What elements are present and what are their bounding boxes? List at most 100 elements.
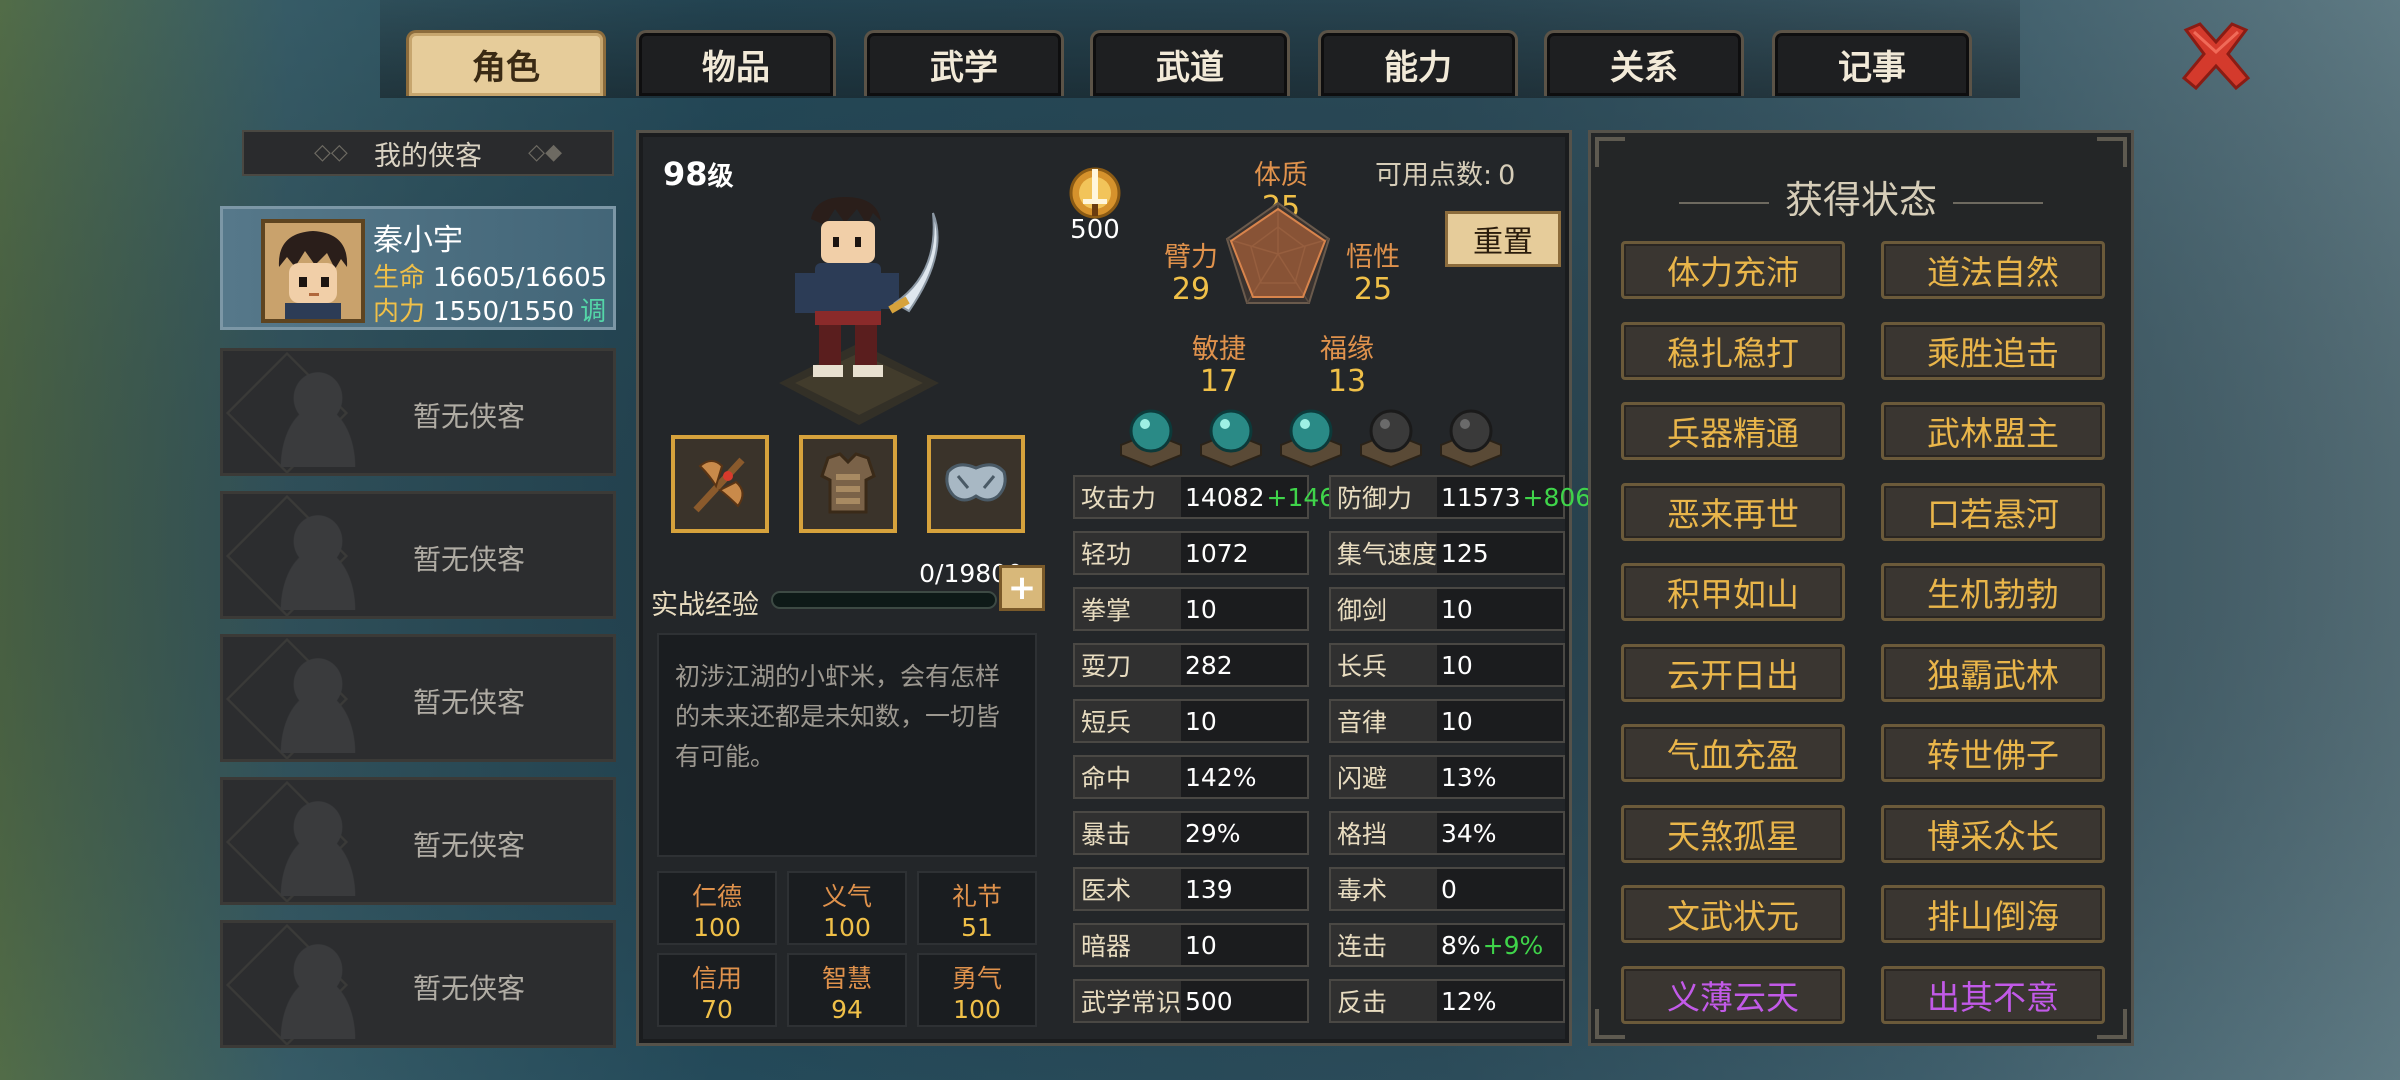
close-button[interactable] <box>2176 16 2256 96</box>
tab-4[interactable]: 能力 <box>1318 30 1518 96</box>
empty-silhouette-icon <box>253 933 383 1039</box>
virtue-value: 100 <box>823 913 871 942</box>
roster-empty-slot[interactable]: 暂无侠客 <box>220 777 616 905</box>
stat-value-wrap: 11573 +806 <box>1441 477 1591 517</box>
stat-row: 拳掌 10 <box>1073 587 1309 631</box>
stat-row: 轻功 1072 <box>1073 531 1309 575</box>
stat-bonus: +9% <box>1482 930 1544 960</box>
tab-3[interactable]: 武道 <box>1090 30 1290 96</box>
virtue-value: 70 <box>701 995 733 1024</box>
status-tag[interactable]: 体力充沛 <box>1621 241 1845 299</box>
stat-label: 格挡 <box>1331 813 1437 853</box>
stat-grid: 攻击力 14082 +1464 防御力 11573 +806 轻功 1072 集气速度 125 拳掌… <box>1073 475 1591 1035</box>
tab-0[interactable]: 角色 <box>406 30 606 96</box>
status-tag[interactable]: 积甲如山 <box>1621 563 1845 621</box>
roster-title: 我的侠客 <box>374 140 482 172</box>
equip-slot-accessory[interactable] <box>927 435 1025 533</box>
stat-label: 命中 <box>1075 757 1181 797</box>
stat-value-wrap: 1072 <box>1185 533 1249 573</box>
stat-label: 闪避 <box>1331 757 1437 797</box>
hero-name: 秦小宇 <box>373 223 463 258</box>
stat-value: 139 <box>1185 874 1233 904</box>
empty-slot-label: 暂无侠客 <box>413 543 526 576</box>
tab-6[interactable]: 记事 <box>1772 30 1972 96</box>
virtue-cell: 礼节 51 <box>917 871 1037 945</box>
stat-label: 反击 <box>1331 981 1437 1021</box>
status-tag[interactable]: 口若悬河 <box>1881 482 2105 541</box>
status-tag[interactable]: 转世佛子 <box>1881 724 2105 782</box>
exp-label: 实战经验 <box>651 590 759 621</box>
tab-1[interactable]: 物品 <box>636 30 836 96</box>
reset-button[interactable]: 重置 <box>1445 211 1561 267</box>
virtue-grid: 仁德 100 义气 100 礼节 51 信用 70 智慧 94 勇气 100 <box>657 871 1037 1031</box>
status-tag[interactable]: 恶来再世 <box>1621 482 1845 541</box>
roster-empty-slot[interactable]: 暂无侠客 <box>220 920 616 1048</box>
stat-label: 集气速度 <box>1331 533 1437 573</box>
status-tag[interactable]: 稳扎稳打 <box>1621 321 1845 380</box>
stat-row: 防御力 11573 +806 <box>1329 475 1591 519</box>
attr-luck-label: 福缘 <box>1320 334 1374 365</box>
accessory-icon <box>945 463 1007 502</box>
stat-value: 8% <box>1441 930 1481 960</box>
stat-label: 拳掌 <box>1075 589 1181 629</box>
stat-value: 29% <box>1185 818 1241 848</box>
roster-hero-card[interactable]: 秦小宇 生命 16605/16605 内力 1550/1550 调 <box>220 206 616 330</box>
attr-strength: 臂力 29 <box>1151 235 1231 306</box>
tab-5[interactable]: 关系 <box>1544 30 1744 96</box>
status-tag[interactable]: 出其不意 <box>1881 965 2105 1024</box>
stat-value-wrap: 12% <box>1441 981 1497 1021</box>
roster-header-deco-left: ◇◇ <box>314 140 348 165</box>
status-tag[interactable]: 生机勃勃 <box>1881 563 2105 621</box>
status-tag[interactable]: 道法自然 <box>1881 241 2105 299</box>
stat-value: 10 <box>1441 594 1473 624</box>
tab-2[interactable]: 武学 <box>864 30 1064 96</box>
stat-label: 长兵 <box>1331 645 1437 685</box>
empty-silhouette-icon <box>253 790 383 896</box>
status-tag[interactable]: 武林盟主 <box>1881 402 2105 460</box>
roster-empty-slot[interactable]: 暂无侠客 <box>220 491 616 619</box>
status-tag[interactable]: 博采众长 <box>1881 804 2105 863</box>
hero-adjust-link[interactable]: 调 <box>580 297 606 327</box>
roster-empty-slot[interactable]: 暂无侠客 <box>220 634 616 762</box>
status-tag[interactable]: 义薄云天 <box>1621 965 1845 1024</box>
stat-label: 短兵 <box>1075 701 1181 741</box>
virtue-cell: 义气 100 <box>787 871 907 945</box>
status-tag[interactable]: 乘胜追击 <box>1881 321 2105 380</box>
stat-row: 御剑 10 <box>1329 587 1565 631</box>
equip-slot-weapon[interactable] <box>671 435 769 533</box>
status-tag[interactable]: 文武状元 <box>1621 885 1845 943</box>
status-tag[interactable]: 排山倒海 <box>1881 885 2105 943</box>
stat-label: 武学常识 <box>1075 981 1181 1021</box>
stat-bonus: +806 <box>1522 482 1592 512</box>
virtue-value: 51 <box>961 913 993 942</box>
virtue-label: 仁德 <box>691 882 742 911</box>
virtue-cell: 智慧 94 <box>787 953 907 1027</box>
empty-slot-label: 暂无侠客 <box>413 829 526 862</box>
exp-add-button[interactable]: + <box>999 565 1045 611</box>
empty-silhouette-icon <box>253 647 383 753</box>
empty-silhouette-icon <box>253 361 383 467</box>
stat-value-wrap: 142% <box>1185 757 1256 797</box>
roster-empty-slot[interactable]: 暂无侠客 <box>220 348 616 476</box>
status-tag[interactable]: 气血充盈 <box>1621 724 1845 782</box>
status-title: 获得状态 <box>1591 169 2131 224</box>
orb-slots <box>1115 405 1515 469</box>
status-tag[interactable]: 云开日出 <box>1621 643 1845 702</box>
stat-value-wrap: 13% <box>1441 757 1497 797</box>
stat-row: 暴击 29% <box>1073 811 1309 855</box>
character-sprite <box>749 193 969 433</box>
stat-row: 闪避 13% <box>1329 755 1565 799</box>
title-rule-right <box>1953 201 2043 204</box>
stat-value: 12% <box>1441 986 1497 1016</box>
status-tag[interactable]: 兵器精通 <box>1621 402 1845 460</box>
status-tag[interactable]: 天煞孤星 <box>1621 804 1845 863</box>
stat-row: 命中 142% <box>1073 755 1309 799</box>
stat-row: 耍刀 282 <box>1073 643 1309 687</box>
stat-row: 集气速度 125 <box>1329 531 1565 575</box>
equip-slot-armor[interactable] <box>799 435 897 533</box>
hero-hp-label: 生命 <box>373 263 426 293</box>
attr-strength-label: 臂力 <box>1164 242 1218 273</box>
status-tag[interactable]: 独霸武林 <box>1881 643 2105 702</box>
character-level: 98级 <box>663 155 734 193</box>
attr-constitution-label: 体质 <box>1254 160 1308 191</box>
